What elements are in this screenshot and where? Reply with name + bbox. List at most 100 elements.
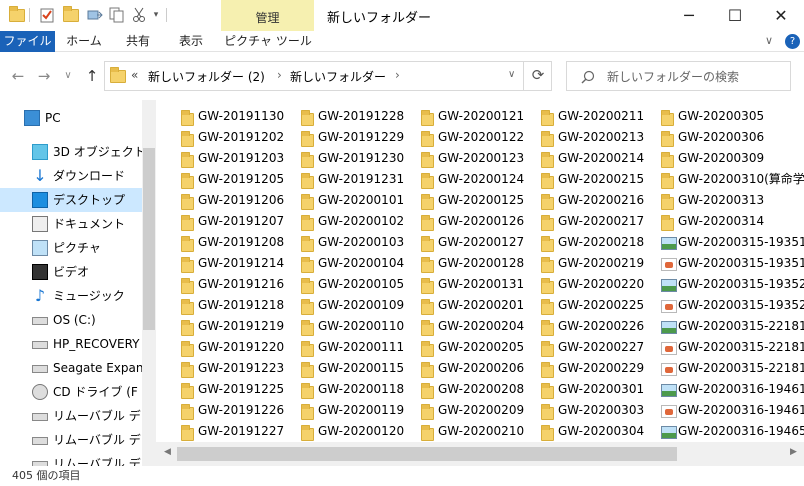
- address-dropdown-icon[interactable]: ∨: [508, 69, 515, 80]
- folder-item[interactable]: GW-20200309: [661, 148, 804, 168]
- folder-item[interactable]: GW-20200213: [541, 127, 656, 147]
- folder-item[interactable]: GW-20191214: [181, 253, 296, 273]
- folder-item[interactable]: GW-20200105: [301, 274, 416, 294]
- image-file-item[interactable]: GW-20200316-194610: [661, 400, 804, 420]
- nav-item[interactable]: OS (C:): [0, 308, 142, 332]
- nav-item[interactable]: ピクチャ: [0, 236, 142, 260]
- nav-item[interactable]: 3D オブジェクト: [0, 140, 142, 164]
- folder-item[interactable]: GW-20191202: [181, 127, 296, 147]
- folder-item[interactable]: GW-20200225: [541, 295, 656, 315]
- image-file-item[interactable]: GW-20200315-193527: [661, 274, 804, 294]
- scroll-right-icon[interactable]: ▶: [790, 447, 797, 457]
- folder-item[interactable]: GW-20200111: [301, 337, 416, 357]
- horizontal-scrollbar-thumb[interactable]: [177, 447, 677, 461]
- folder-item[interactable]: GW-20200131: [421, 274, 536, 294]
- image-file-item[interactable]: GW-20200315-193527: [661, 295, 804, 315]
- folder-item[interactable]: GW-20200123: [421, 148, 536, 168]
- folder-item[interactable]: GW-20200205: [421, 337, 536, 357]
- nav-scrollbar-thumb[interactable]: [143, 148, 155, 330]
- folder-item[interactable]: GW-20200128: [421, 253, 536, 273]
- nav-item[interactable]: デスクトップ: [0, 188, 142, 212]
- folder-item[interactable]: GW-20200227: [541, 337, 656, 357]
- recent-locations-icon[interactable]: ∨: [58, 66, 78, 86]
- folder-item[interactable]: GW-20200104: [301, 253, 416, 273]
- address-bar[interactable]: « 新しいフォルダー (2) › 新しいフォルダー › ∨: [104, 61, 552, 91]
- new-folder-icon[interactable]: [62, 5, 80, 24]
- folder-item[interactable]: GW-20200314: [661, 211, 804, 231]
- nav-item[interactable]: HP_RECOVERY: [0, 332, 142, 356]
- image-file-item[interactable]: GW-20200316-194610: [661, 379, 804, 399]
- address-overflow[interactable]: «: [131, 68, 138, 82]
- folder-item[interactable]: GW-20200313: [661, 190, 804, 210]
- folder-item[interactable]: GW-20191228: [301, 106, 416, 126]
- folder-item[interactable]: GW-20200219: [541, 253, 656, 273]
- folder-item[interactable]: GW-20191230: [301, 148, 416, 168]
- qat-dropdown-icon[interactable]: ▾: [150, 6, 162, 24]
- folder-item[interactable]: GW-20200310(算命学1: [661, 169, 804, 189]
- folder-item[interactable]: GW-20200120: [301, 421, 416, 441]
- folder-item[interactable]: GW-20200304: [541, 421, 656, 441]
- folder-item[interactable]: GW-20200211: [541, 106, 656, 126]
- folder-item[interactable]: GW-20191220: [181, 337, 296, 357]
- search-box[interactable]: 新しいフォルダーの検索: [566, 61, 791, 91]
- up-button[interactable]: ↑: [82, 66, 102, 86]
- image-file-item[interactable]: GW-20200316-194651: [661, 421, 804, 441]
- properties-icon[interactable]: [38, 6, 56, 24]
- folder-item[interactable]: GW-20200215: [541, 169, 656, 189]
- image-file-item[interactable]: GW-20200315-193516: [661, 253, 804, 273]
- image-file-item[interactable]: GW-20200315-221817: [661, 316, 804, 336]
- image-file-item[interactable]: GW-20200315-221817: [661, 358, 804, 378]
- breadcrumb-separator[interactable]: ›: [395, 68, 400, 82]
- folder-item[interactable]: GW-20200126: [421, 211, 536, 231]
- nav-item[interactable]: リムーバブル デ: [0, 404, 142, 428]
- image-file-item[interactable]: GW-20200315-221817: [661, 337, 804, 357]
- folder-item[interactable]: GW-20191225: [181, 379, 296, 399]
- folder-item[interactable]: GW-20200118: [301, 379, 416, 399]
- folder-item[interactable]: GW-20200209: [421, 400, 536, 420]
- move-to-icon[interactable]: [86, 6, 104, 24]
- folder-item[interactable]: GW-20200306: [661, 127, 804, 147]
- breadcrumb-parent[interactable]: 新しいフォルダー (2): [148, 68, 265, 85]
- nav-item[interactable]: ビデオ: [0, 260, 142, 284]
- folder-item[interactable]: GW-20191223: [181, 358, 296, 378]
- folder-item[interactable]: GW-20200122: [421, 127, 536, 147]
- chevron-down-icon[interactable]: ∨: [762, 34, 776, 48]
- folder-item[interactable]: GW-20191231: [301, 169, 416, 189]
- folder-item[interactable]: GW-20191219: [181, 316, 296, 336]
- breadcrumb-separator[interactable]: ›: [277, 68, 282, 82]
- folder-item[interactable]: GW-20200119: [301, 400, 416, 420]
- folder-item[interactable]: GW-20200218: [541, 232, 656, 252]
- folder-item[interactable]: GW-20200127: [421, 232, 536, 252]
- nav-item[interactable]: ドキュメント: [0, 212, 142, 236]
- folder-item[interactable]: GW-20200210: [421, 421, 536, 441]
- nav-item[interactable]: リムーバブル デ: [0, 452, 142, 466]
- folder-item[interactable]: GW-20200110: [301, 316, 416, 336]
- folder-item[interactable]: GW-20200204: [421, 316, 536, 336]
- cut-icon[interactable]: [130, 6, 148, 24]
- folder-item[interactable]: GW-20200115: [301, 358, 416, 378]
- folder-item[interactable]: GW-20191226: [181, 400, 296, 420]
- folder-item[interactable]: GW-20200301: [541, 379, 656, 399]
- minimize-button[interactable]: ─: [666, 0, 712, 31]
- folder-item[interactable]: GW-20200101: [301, 190, 416, 210]
- nav-item[interactable]: リムーバブル デ: [0, 428, 142, 452]
- close-button[interactable]: ✕: [758, 0, 804, 31]
- folder-item[interactable]: GW-20191208: [181, 232, 296, 252]
- folder-item[interactable]: GW-20200125: [421, 190, 536, 210]
- tab-view[interactable]: 表示: [167, 31, 215, 52]
- folder-item[interactable]: GW-20200303: [541, 400, 656, 420]
- back-button[interactable]: ←: [8, 66, 28, 86]
- folder-item[interactable]: GW-20191216: [181, 274, 296, 294]
- folder-item[interactable]: GW-20200305: [661, 106, 804, 126]
- folder-item[interactable]: GW-20191130: [181, 106, 296, 126]
- tab-share[interactable]: 共有: [114, 31, 162, 52]
- folder-item[interactable]: GW-20191203: [181, 148, 296, 168]
- scroll-left-icon[interactable]: ◀: [164, 447, 171, 457]
- nav-item[interactable]: Seagate Expan: [0, 356, 142, 380]
- folder-item[interactable]: GW-20200220: [541, 274, 656, 294]
- folder-item[interactable]: GW-20191207: [181, 211, 296, 231]
- copy-to-icon[interactable]: [108, 6, 126, 24]
- folder-item[interactable]: GW-20200206: [421, 358, 536, 378]
- tab-file[interactable]: ファイル: [0, 31, 55, 52]
- tab-picture-tools[interactable]: ピクチャ ツール: [222, 31, 314, 52]
